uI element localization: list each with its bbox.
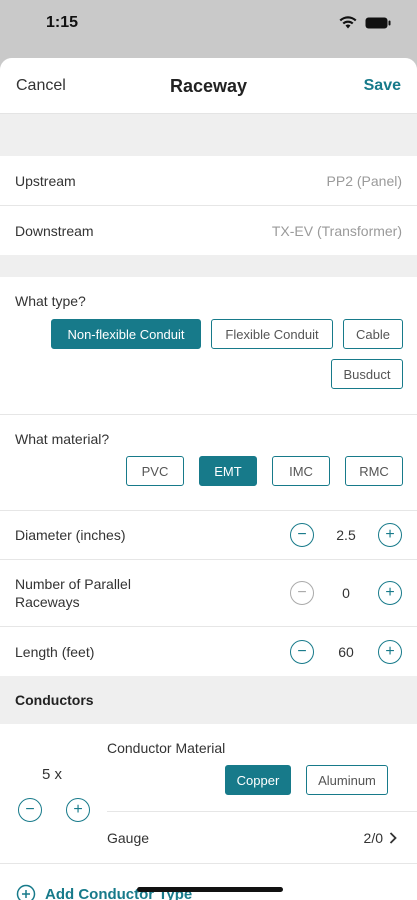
length-label: Length (feet) — [15, 643, 95, 660]
length-decrement-button[interactable]: − — [290, 639, 314, 664]
material-option-emt[interactable]: EMT — [199, 456, 257, 486]
diameter-row: Diameter (inches) − 2.5 + — [0, 511, 417, 560]
status-bar: 1:15 — [0, 0, 417, 58]
type-option-flexible-conduit[interactable]: Flexible Conduit — [211, 319, 333, 349]
type-option-busduct[interactable]: Busduct — [331, 359, 403, 389]
upstream-row[interactable]: Upstream PP2 (Panel) — [0, 156, 417, 206]
material-section: What material? PVC EMT IMC RMC — [0, 415, 417, 511]
conductor-decrement-button[interactable]: − — [18, 798, 42, 822]
minus-circle-icon: − — [297, 584, 307, 601]
conductors-group: 5 x − + Conductor Material Copper Alumin… — [0, 724, 417, 900]
section-gap — [0, 255, 417, 277]
page-title: Raceway — [169, 76, 248, 96]
type-option-non-flexible-conduit[interactable]: Non-flexible Conduit — [51, 319, 201, 349]
diameter-value: 2.5 — [336, 527, 356, 543]
gauge-label: Gauge — [107, 829, 150, 846]
conductor-material-aluminum[interactable]: Aluminum — [306, 765, 388, 795]
conductor-entry: 5 x − + Conductor Material Copper Alumin… — [0, 724, 417, 864]
conductor-count-column: 5 x − + — [0, 724, 107, 863]
gauge-row[interactable]: Gauge 2/0 — [107, 812, 417, 863]
gauge-value: 2/0 — [363, 829, 383, 846]
battery-icon — [365, 17, 391, 28]
parallel-raceways-row: Number of Parallel Raceways − 0 + — [0, 560, 417, 627]
home-indicator — [137, 887, 283, 892]
parallel-raceways-decrement-button[interactable]: − — [290, 581, 314, 605]
details-group: What type? Non-flexible Conduit Flexible… — [0, 277, 417, 676]
parallel-raceways-stepper: − 0 + — [290, 581, 402, 605]
length-increment-button[interactable]: + — [378, 639, 402, 664]
status-time: 1:15 — [46, 14, 79, 31]
conductors-header: Conductors — [0, 676, 417, 724]
minus-circle-icon: − — [297, 526, 307, 543]
conductor-increment-button[interactable]: + — [66, 798, 90, 822]
parallel-raceways-value: 0 — [342, 585, 350, 601]
endpoints-group: Upstream PP2 (Panel) Downstream TX-EV (T… — [0, 156, 417, 255]
plus-circle-icon: + — [73, 801, 83, 818]
wifi-icon — [339, 16, 357, 29]
material-title: What material? — [15, 431, 110, 447]
material-option-pvc[interactable]: PVC — [126, 456, 184, 486]
nav-bar: Cancel Raceway Save — [0, 58, 417, 114]
type-options: Non-flexible Conduit Flexible Conduit Ca… — [0, 319, 417, 389]
material-option-rmc[interactable]: RMC — [345, 456, 403, 486]
minus-circle-icon: − — [297, 642, 307, 660]
conductor-material-title: Conductor Material — [107, 740, 226, 756]
raceway-sheet: Cancel Raceway Save Upstream PP2 (Panel)… — [0, 58, 417, 900]
parallel-raceways-increment-button[interactable]: + — [378, 581, 402, 605]
conductor-material-options: Copper Aluminum — [107, 765, 417, 795]
section-gap — [0, 114, 417, 156]
conductor-details: Conductor Material Copper Aluminum Gauge… — [107, 724, 417, 863]
downstream-row[interactable]: Downstream TX-EV (Transformer) — [0, 206, 417, 255]
parallel-raceways-label: Number of Parallel Raceways — [15, 576, 131, 610]
gauge-value-group: 2/0 — [364, 830, 397, 846]
material-options: PVC EMT IMC RMC — [0, 456, 417, 486]
diameter-increment-button[interactable]: + — [378, 523, 402, 547]
save-button[interactable]: Save — [364, 77, 401, 95]
conductor-material-copper[interactable]: Copper — [225, 765, 291, 795]
type-section: What type? Non-flexible Conduit Flexible… — [0, 277, 417, 415]
upstream-value: PP2 (Panel) — [326, 172, 402, 189]
conductor-material-section: Conductor Material Copper Aluminum — [107, 724, 417, 812]
conductor-count: 5 x — [42, 766, 63, 783]
material-option-imc[interactable]: IMC — [272, 456, 330, 486]
diameter-label: Diameter (inches) — [15, 527, 126, 543]
length-value: 60 — [338, 643, 354, 660]
plus-circle-icon: + — [385, 526, 395, 543]
downstream-label: Downstream — [15, 222, 94, 239]
length-row: Length (feet) − 60 + — [0, 627, 417, 676]
chevron-right-icon — [389, 831, 397, 844]
minus-circle-icon: − — [25, 801, 35, 818]
plus-circle-icon: + — [385, 584, 395, 601]
type-option-cable[interactable]: Cable — [343, 319, 403, 349]
diameter-decrement-button[interactable]: − — [290, 523, 314, 547]
plus-circle-icon — [16, 884, 36, 900]
add-conductor-type-button[interactable]: Add Conductor Type — [0, 864, 417, 900]
downstream-value: TX-EV (Transformer) — [271, 222, 402, 239]
upstream-label: Upstream — [15, 172, 76, 189]
diameter-stepper: − 2.5 + — [290, 523, 402, 547]
status-icons — [339, 16, 391, 29]
plus-circle-icon: + — [385, 642, 395, 660]
type-title: What type? — [15, 293, 86, 309]
length-stepper: − 60 + — [290, 639, 402, 664]
